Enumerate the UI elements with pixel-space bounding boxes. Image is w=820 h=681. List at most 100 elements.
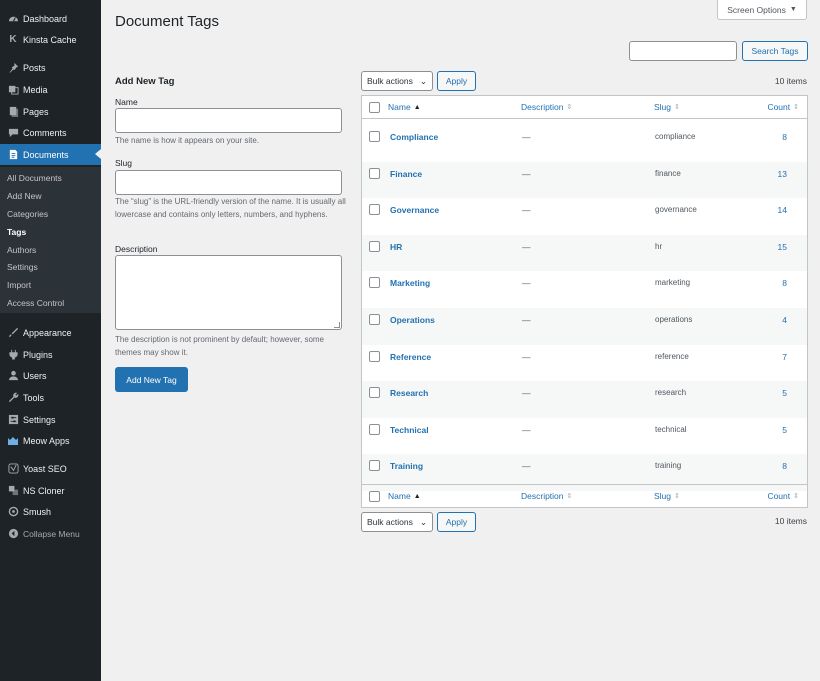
description-field[interactable] (115, 255, 342, 330)
apply-button-bottom[interactable]: Apply (437, 512, 476, 532)
search-tags-button[interactable]: Search Tags (742, 41, 808, 61)
tag-count-link[interactable]: 8 (782, 278, 787, 288)
tag-name-link[interactable]: HR (390, 242, 402, 252)
bulk-actions-select[interactable]: Bulk actions ⌄ (361, 71, 433, 91)
menu-dashboard[interactable]: Dashboard (0, 8, 101, 29)
row-checkbox[interactable] (369, 423, 380, 435)
submenu-add-new[interactable]: Add New (7, 191, 42, 201)
menu-plugins[interactable]: Plugins (0, 344, 101, 365)
tag-description: — (522, 241, 531, 252)
apply-button[interactable]: Apply (437, 71, 476, 91)
column-name[interactable]: Name ▲ (388, 491, 421, 501)
tag-name-link[interactable]: Training (390, 461, 423, 471)
search-input[interactable] (629, 41, 737, 61)
menu-yoast-seo[interactable]: Yoast SEO (0, 458, 101, 479)
slug-field[interactable] (115, 170, 342, 195)
admin-sidebar: Dashboard K Kinsta Cache Posts Media Pag… (0, 0, 101, 681)
tag-count-link[interactable]: 13 (778, 169, 787, 179)
menu-collapse[interactable]: Collapse Menu (0, 523, 101, 544)
smush-icon (6, 506, 20, 518)
column-count[interactable]: Count ⇕ (767, 102, 799, 112)
select-all-checkbox[interactable] (369, 101, 380, 113)
menu-kinsta-cache[interactable]: K Kinsta Cache (0, 29, 101, 50)
column-description[interactable]: Description ⇕ (521, 102, 572, 112)
resize-handle[interactable] (334, 322, 340, 328)
row-checkbox[interactable] (369, 387, 380, 399)
menu-posts[interactable]: Posts (0, 57, 101, 78)
tag-slug: compliance (655, 132, 696, 141)
screen-options-button[interactable]: Screen Options ▼ (717, 0, 807, 20)
menu-meow-apps[interactable]: Meow Apps (0, 430, 101, 451)
tag-count-link[interactable]: 8 (782, 461, 787, 471)
tag-description: — (522, 315, 531, 325)
screen-options-label: Screen Options (727, 4, 786, 15)
wrench-icon (6, 392, 20, 404)
menu-documents[interactable]: Documents (0, 144, 101, 165)
submenu-tags[interactable]: Tags (7, 227, 26, 237)
menu-label: Appearance (23, 327, 72, 338)
row-checkbox[interactable] (369, 277, 380, 289)
tag-name-link[interactable]: Operations (390, 315, 435, 325)
tag-name-link[interactable]: Technical (390, 425, 429, 435)
tag-description: — (522, 461, 531, 472)
menu-tools[interactable]: Tools (0, 387, 101, 408)
menu-media[interactable]: Media (0, 79, 101, 100)
row-checkbox[interactable] (369, 350, 380, 362)
tag-count-link[interactable]: 4 (782, 315, 787, 325)
tag-count-link[interactable]: 8 (782, 132, 787, 142)
tag-name-link[interactable]: Compliance (390, 132, 438, 142)
menu-pages[interactable]: Pages (0, 101, 101, 122)
tag-count-link[interactable]: 5 (782, 425, 787, 435)
row-checkbox[interactable] (369, 131, 380, 142)
tag-description: — (522, 351, 531, 362)
menu-appearance[interactable]: Appearance (0, 322, 101, 343)
submenu-authors[interactable]: Authors (7, 245, 36, 255)
menu-smush[interactable]: Smush (0, 501, 101, 522)
table-row: Operations — operations 4 (362, 308, 807, 345)
row-checkbox[interactable] (369, 167, 380, 179)
menu-comments[interactable]: Comments (0, 122, 101, 143)
tag-name-link[interactable]: Marketing (390, 278, 430, 288)
select-all-checkbox[interactable] (369, 490, 380, 502)
tag-count-link[interactable]: 5 (782, 388, 787, 398)
tag-name-link[interactable]: Research (390, 388, 428, 398)
row-checkbox[interactable] (369, 240, 380, 252)
submenu-access-control[interactable]: Access Control (7, 298, 64, 308)
name-field[interactable] (115, 108, 342, 133)
menu-label: Documents (23, 149, 69, 160)
tag-count-link[interactable]: 14 (778, 205, 787, 215)
column-name[interactable]: Name ▲ (388, 102, 421, 112)
sort-icon: ⇕ (566, 493, 573, 500)
row-checkbox[interactable] (369, 460, 380, 472)
submenu-settings[interactable]: Settings (7, 262, 38, 272)
tag-name-link[interactable]: Finance (390, 169, 422, 179)
cloner-icon (6, 485, 20, 497)
menu-users[interactable]: Users (0, 365, 101, 386)
submenu-all-documents[interactable]: All Documents (7, 173, 62, 183)
column-slug[interactable]: Slug ⇕ (654, 491, 680, 501)
documents-submenu: All Documents Add New Categories Tags Au… (0, 167, 101, 313)
add-new-tag-button[interactable]: Add New Tag (115, 367, 188, 392)
submenu-categories[interactable]: Categories (7, 209, 48, 219)
tag-name-link[interactable]: Reference (390, 352, 431, 362)
menu-settings[interactable]: Settings (0, 409, 101, 430)
table-header: Name ▲ Description ⇕ Slug ⇕ Count ⇕ (362, 96, 807, 119)
tag-count-link[interactable]: 15 (778, 242, 787, 252)
menu-ns-cloner[interactable]: NS Cloner (0, 480, 101, 501)
items-count: 10 items (774, 76, 807, 86)
menu-label: Users (23, 370, 47, 381)
submenu-import[interactable]: Import (7, 280, 31, 290)
bulk-actions-select-bottom[interactable]: Bulk actions ⌄ (361, 512, 433, 532)
column-count[interactable]: Count ⇕ (767, 491, 799, 501)
description-help: The description is not prominent by defa… (115, 335, 324, 357)
table-row: Research — research 5 (362, 381, 807, 418)
bulk-actions-label: Bulk actions (367, 517, 413, 527)
row-checkbox[interactable] (369, 204, 380, 216)
tag-count-link[interactable]: 7 (782, 352, 787, 362)
tag-name-link[interactable]: Governance (390, 205, 439, 215)
row-checkbox[interactable] (369, 314, 380, 325)
tag-slug: research (655, 388, 687, 398)
column-slug[interactable]: Slug ⇕ (654, 102, 680, 112)
sort-icon: ⇕ (674, 493, 680, 500)
column-description[interactable]: Description ⇕ (521, 491, 572, 501)
